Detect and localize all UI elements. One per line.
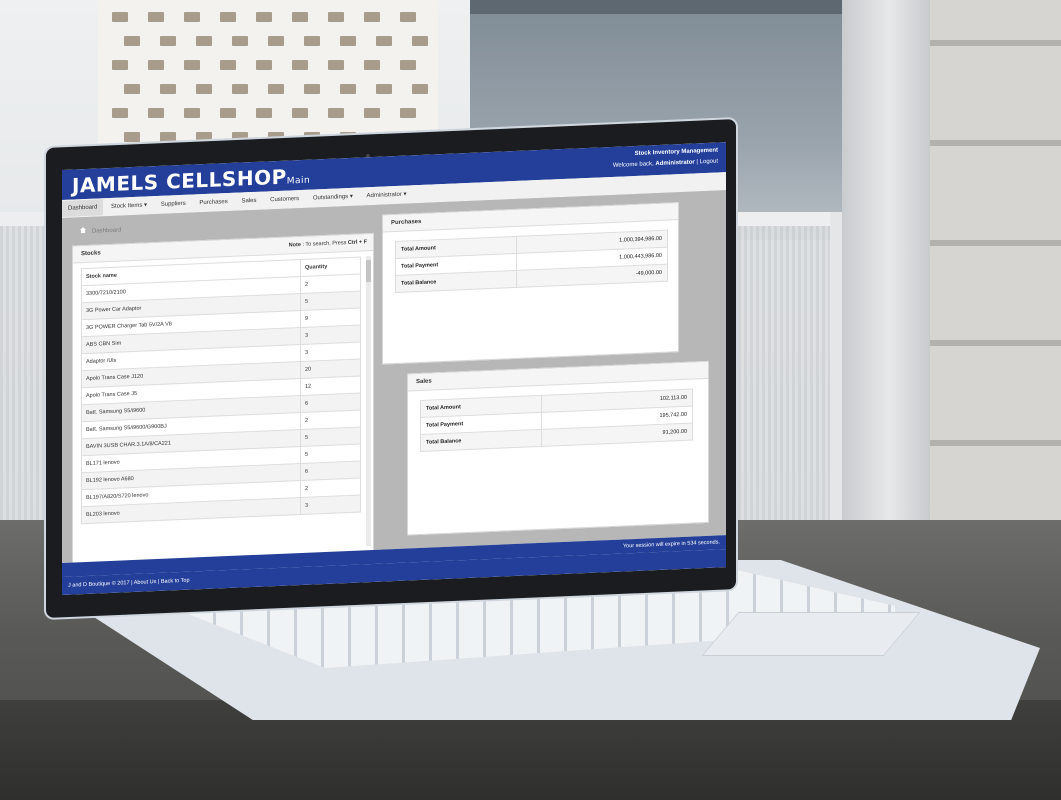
brick <box>304 36 320 46</box>
nav-stock-items[interactable]: Stock Items ▾ <box>105 196 153 215</box>
brick <box>292 12 308 22</box>
brick <box>268 84 284 94</box>
search-note: Note : To search, Press Ctrl + F <box>289 234 367 253</box>
photo-scene: JAMELS CELLSHOPMain Stock Inventory Mana… <box>0 0 1061 800</box>
brick <box>400 12 416 22</box>
wall-line <box>930 40 1061 46</box>
brick <box>112 60 128 70</box>
laptop-trackpad <box>701 612 921 656</box>
note-label: Note <box>288 241 301 249</box>
nav-outstandings[interactable]: Outstandings ▾ <box>307 188 359 207</box>
stocks-panel: Stocks Note : To search, Press Ctrl + F … <box>72 232 374 568</box>
brick <box>376 36 392 46</box>
wall-line <box>930 340 1061 346</box>
stock-qty-cell: 3 <box>300 494 361 515</box>
brick <box>400 108 416 118</box>
brick-wall-right <box>930 0 1061 560</box>
wall-line <box>930 440 1061 446</box>
brick <box>328 60 344 70</box>
brick <box>124 36 140 46</box>
brick <box>328 12 344 22</box>
brick <box>268 36 284 46</box>
brick <box>124 132 140 142</box>
about-link[interactable]: About Us <box>134 579 157 586</box>
brick <box>364 12 380 22</box>
brick <box>340 84 356 94</box>
nav-dashboard[interactable]: Dashboard <box>62 199 104 217</box>
brick <box>256 108 272 118</box>
brick <box>232 36 248 46</box>
purchases-title: Purchases <box>383 203 678 233</box>
wall-line <box>930 240 1061 246</box>
brick <box>304 84 320 94</box>
sales-panel: Sales Total Amount 102,113.00 Total Payme… <box>407 360 709 536</box>
brick <box>376 84 392 94</box>
brick <box>112 12 128 22</box>
brick <box>220 12 236 22</box>
sales-title: Sales <box>408 361 708 392</box>
brand-sub: Main <box>286 175 311 187</box>
brick <box>292 60 308 70</box>
logout-link[interactable]: Logout <box>700 159 718 166</box>
brick <box>112 108 128 118</box>
brick <box>148 12 164 22</box>
brick <box>148 108 164 118</box>
laptop-screen: JAMELS CELLSHOPMain Stock Inventory Mana… <box>62 142 726 595</box>
header-user-area: Stock Inventory Management Welcome back,… <box>612 147 718 169</box>
brick <box>220 60 236 70</box>
nav-sales[interactable]: Sales <box>235 193 262 210</box>
breadcrumb: Dashboard <box>80 226 121 236</box>
stocks-table: Stock name Quantity 3300/7210/2100 2 3G Po… <box>81 256 361 524</box>
brick <box>340 36 356 46</box>
copyright-text: J and D Boutique © 2017 <box>68 580 130 589</box>
wall-line <box>930 140 1061 146</box>
brick <box>412 84 428 94</box>
brick <box>184 108 200 118</box>
brick <box>148 60 164 70</box>
scrollbar-thumb[interactable] <box>366 260 371 283</box>
brick <box>196 84 212 94</box>
nav-customers[interactable]: Customers <box>264 191 305 209</box>
brick <box>364 60 380 70</box>
brick <box>328 108 344 118</box>
stocks-title: Stocks <box>81 250 101 258</box>
nav-suppliers[interactable]: Suppliers <box>155 196 192 214</box>
purchases-table: Total Amount 1,000,394,986.00 Total Payme… <box>395 230 668 293</box>
brick <box>412 36 428 46</box>
brick <box>232 84 248 94</box>
concrete-pillar <box>842 0 937 560</box>
brick <box>400 60 416 70</box>
nav-administrator[interactable]: Administrator ▾ <box>361 185 413 204</box>
brick <box>220 108 236 118</box>
stocks-scrollbar[interactable] <box>366 256 371 547</box>
purchases-panel: Purchases Total Amount 1,000,394,986.00 T… <box>382 202 679 365</box>
note-keys: Ctrl + F <box>347 239 367 247</box>
row-label: Total Balance <box>395 270 517 293</box>
glass-band <box>470 0 850 14</box>
welcome-text: Welcome back, <box>612 161 654 169</box>
brick <box>160 84 176 94</box>
sales-table: Total Amount 102,113.00 Total Payment 195,… <box>420 389 693 452</box>
back-to-top-link[interactable]: Back to Top <box>161 578 190 585</box>
brick <box>184 60 200 70</box>
brick <box>184 12 200 22</box>
row-label: Total Balance <box>420 429 542 452</box>
brick <box>196 36 212 46</box>
brick <box>292 108 308 118</box>
brick <box>256 60 272 70</box>
dashboard-content: Dashboard Stocks Note : To search, Press… <box>62 190 726 568</box>
breadcrumb-current: Dashboard <box>92 227 122 235</box>
user-name: Administrator <box>655 159 695 168</box>
brick <box>124 84 140 94</box>
brick <box>160 36 176 46</box>
home-icon[interactable] <box>80 227 86 233</box>
brick <box>364 108 380 118</box>
nav-purchases[interactable]: Purchases <box>193 194 233 212</box>
brick <box>256 12 272 22</box>
note-text: : To search, Press <box>302 240 347 248</box>
